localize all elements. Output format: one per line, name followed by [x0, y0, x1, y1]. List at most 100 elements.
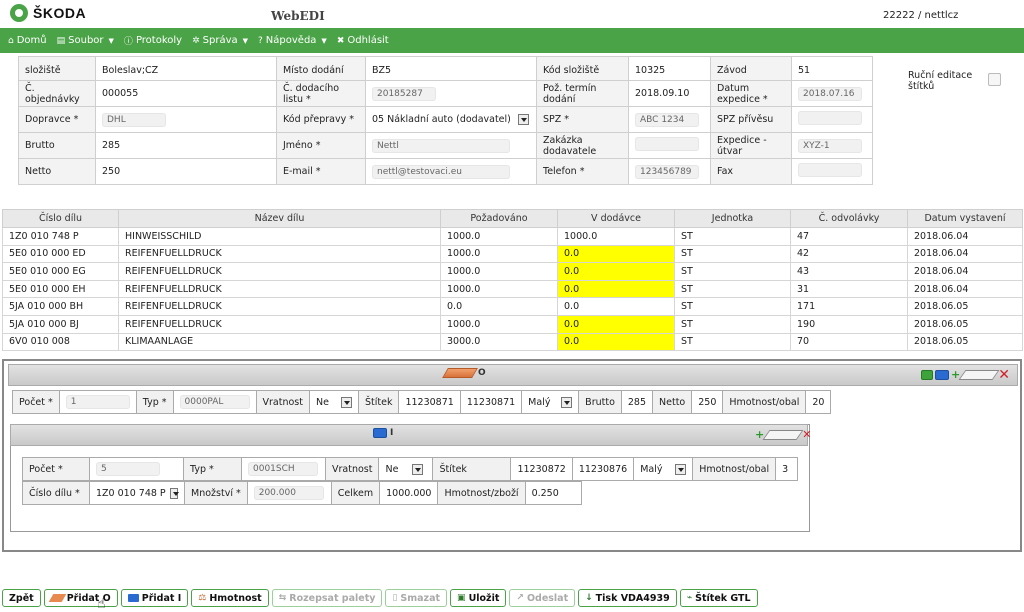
add-box-icon[interactable]: [935, 369, 949, 380]
table-row[interactable]: 6V0 010 008 KLIMAANLAGE 3000.0 0.0 ST 70 2018.…: [2, 332, 1023, 352]
box-total: 1000.000: [379, 481, 439, 505]
phone-input[interactable]: 123456789: [635, 164, 699, 179]
menu-help[interactable]: ? Nápověda ▼: [256, 35, 335, 46]
dropdown-arrow-icon: [518, 114, 529, 125]
app-title: WebEDI: [271, 9, 325, 23]
box-icon: [373, 428, 387, 438]
name-input[interactable]: Nettl: [372, 138, 510, 153]
add-pallet-button[interactable]: Přidat O: [43, 589, 118, 607]
box-count-input[interactable]: 5: [96, 462, 160, 476]
delete-pallet-icon[interactable]: ✕: [998, 368, 1010, 382]
home-icon: ⌂: [8, 35, 14, 46]
order-number-value: 000055: [95, 80, 277, 107]
pallet-netto: 250: [691, 390, 724, 414]
send-button[interactable]: ↗ Odeslat: [509, 589, 576, 607]
parts-table: Číslo dílu Název dílu Požadováno V dodáv…: [2, 209, 1023, 352]
box-quantity-input[interactable]: 200.000: [253, 486, 324, 500]
delete-button[interactable]: ▯ Smazat: [385, 589, 448, 607]
dispatch-date-input[interactable]: 2018.07.16: [798, 86, 862, 101]
user-info: 22222 / nettlcz: [883, 10, 959, 21]
menu-protocols[interactable]: ⓘ Protokoly: [122, 34, 190, 47]
dropdown-arrow-icon: [412, 463, 424, 475]
tag-icon: ⌁: [686, 593, 693, 603]
dropdown-arrow-icon: [169, 487, 180, 499]
caret-down-icon: ▼: [108, 36, 114, 45]
delete-box-icon[interactable]: ✕: [802, 428, 811, 441]
col-in-delivery[interactable]: V dodávce: [557, 209, 675, 228]
back-button[interactable]: Zpět: [2, 589, 41, 607]
supplier-order-input[interactable]: [635, 137, 699, 151]
pallet-return-select[interactable]: Ne: [316, 395, 352, 410]
add-box-button[interactable]: Přidat I: [120, 589, 189, 607]
pallet-size-select[interactable]: Malý: [528, 395, 573, 410]
pallet-count-input[interactable]: 1: [65, 395, 130, 409]
pallet-brutto: 285: [620, 390, 654, 414]
skoda-logo[interactable]: ŠKODA: [10, 4, 86, 22]
file-icon: ▤: [56, 35, 66, 46]
col-part-name[interactable]: Název dílu: [118, 209, 441, 228]
table-row[interactable]: 5JA 010 000 BJ REIFENFUELLDRUCK 1000.0 0.0 S…: [2, 314, 1023, 334]
email-input[interactable]: nettl@testovaci.eu: [372, 164, 510, 179]
table-row[interactable]: 1Z0 010 748 P HINWEISSCHILD 1000.0 1000.0 ST…: [2, 227, 1023, 246]
pallet-header-bar: O + ✕: [8, 364, 1018, 386]
menu-home[interactable]: ⌂ Domů: [6, 35, 55, 46]
box-title: I: [373, 428, 393, 438]
col-issue-date[interactable]: Datum vystavení: [907, 209, 1023, 228]
print-vda-button[interactable]: ↓ Tisk VDA4939: [578, 589, 677, 607]
split-pallets-button[interactable]: ⇆ Rozepsat palety: [271, 589, 383, 607]
main-menu: ⌂ Domů ▤ Soubor ▼ ⓘ Protokoly ✲ Správa ▼ ? Nápo…: [0, 28, 1024, 53]
transport-code-select[interactable]: 05 Nákladní auto (dodavatel): [372, 112, 529, 127]
scale-icon: ⚖: [198, 593, 207, 603]
action-bar: Zpět Přidat O Přidat I ⚖ Hmotnost ⇆ Rozeps…: [0, 589, 758, 607]
menu-file[interactable]: ▤ Soubor ▼: [55, 35, 122, 46]
table-row[interactable]: 5JA 010 000 BH REIFENFUELLDRUCK 0.0 0.0 ST 17…: [2, 297, 1023, 316]
pallet-title: O: [442, 368, 486, 378]
box-type-input[interactable]: 0001SCH: [248, 462, 318, 476]
blank-label-icon[interactable]: [762, 429, 804, 440]
box-fields-row1: Počet * 5 Typ * 0001SCH Vratnost Ne Štít…: [22, 457, 799, 481]
license-plate-input[interactable]: ABC 1234: [635, 112, 699, 127]
box-header-bar: I + ✕: [10, 424, 811, 446]
table-row[interactable]: 5E0 010 000 ED REIFENFUELLDRUCK 1000.0 0.0 S…: [2, 244, 1023, 264]
manual-label-edit-checkbox[interactable]: [988, 73, 1001, 86]
box-part-select[interactable]: 1Z0 010 748 P: [96, 486, 180, 501]
box-tools: + ✕: [755, 428, 811, 441]
box-return-select[interactable]: Ne: [385, 462, 424, 477]
close-icon: ✖: [336, 35, 345, 46]
col-unit[interactable]: Jednotka: [674, 209, 791, 228]
blank-label-icon[interactable]: [958, 369, 1000, 380]
pallet-tools: + ✕: [921, 368, 1010, 382]
carrier-input[interactable]: DHL: [102, 112, 166, 127]
col-part-number[interactable]: Číslo dílu: [2, 209, 119, 228]
download-icon: ↓: [585, 593, 593, 603]
box-icon: [127, 594, 139, 602]
save-button[interactable]: ▣ Uložit: [450, 589, 507, 607]
weight-button[interactable]: ⚖ Hmotnost: [191, 589, 269, 607]
brutto-value: 285: [95, 132, 277, 159]
table-row[interactable]: 5E0 010 000 EH REIFENFUELLDRUCK 1000.0 0.0 S…: [2, 279, 1023, 299]
skoda-logo-icon: [10, 4, 28, 22]
menu-logout[interactable]: ✖ Odhlásit: [335, 35, 397, 46]
fax-input[interactable]: [798, 163, 862, 177]
box-weight-per-item: 0.250: [524, 481, 582, 505]
gear-icon: ✲: [192, 35, 200, 46]
menu-admin[interactable]: ✲ Správa ▼: [190, 35, 256, 46]
gtl-label-button[interactable]: ⌁ Štítek GTL: [679, 589, 758, 607]
box-size-select[interactable]: Malý: [640, 462, 687, 477]
col-call-off[interactable]: Č. odvolávky: [790, 209, 908, 228]
delivery-note-input[interactable]: 20185287: [372, 86, 436, 101]
hand-cursor-icon: ☝: [97, 596, 106, 612]
dispatch-unit-input[interactable]: XYZ-1: [798, 138, 862, 153]
delivery-place-value: BZ5: [365, 56, 537, 81]
pallet-label-to: 11230871: [459, 390, 523, 414]
trailer-plate-input[interactable]: [798, 111, 862, 125]
add-pallet-icon[interactable]: [921, 369, 933, 380]
storage-value: Boleslav;CZ: [95, 56, 277, 81]
table-row[interactable]: 5E0 010 000 EG REIFENFUELLDRUCK 1000.0 0.0 S…: [2, 262, 1023, 281]
pallet-icon: [48, 594, 66, 602]
col-required[interactable]: Požadováno: [440, 209, 558, 228]
pallet-fields: Počet * 1 Typ * 0000PAL Vratnost Ne Štít…: [12, 390, 832, 414]
pallet-type-input[interactable]: 0000PAL: [179, 395, 250, 409]
caret-down-icon: ▼: [321, 36, 327, 45]
pallet-label-from: 11230871: [398, 390, 461, 414]
